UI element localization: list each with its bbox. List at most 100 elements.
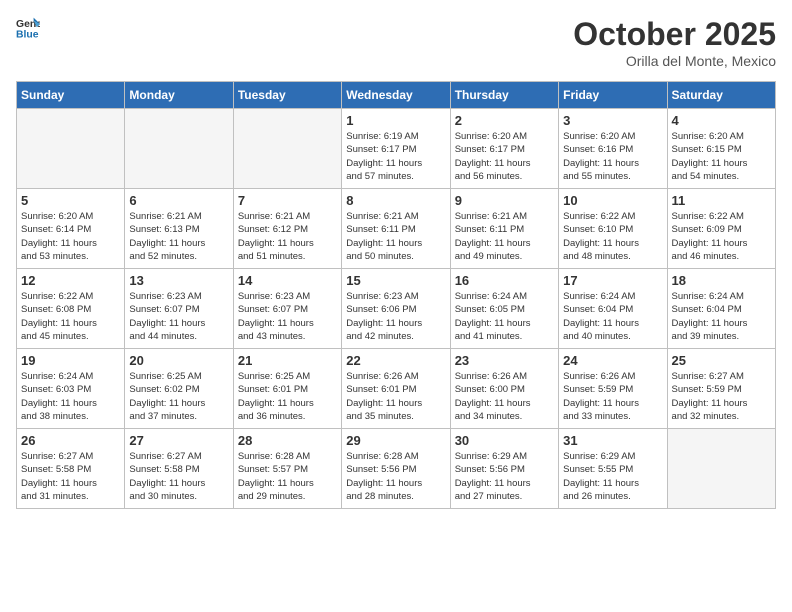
calendar-cell: 11 Sunrise: 6:22 AMSunset: 6:09 PMDayligh… [667, 189, 775, 269]
calendar-cell: 2 Sunrise: 6:20 AMSunset: 6:17 PMDaylight… [450, 109, 558, 189]
day-number: 14 [238, 273, 337, 288]
logo: General Blue [16, 16, 40, 45]
day-info: Sunrise: 6:24 AMSunset: 6:05 PMDaylight:… [455, 290, 554, 343]
calendar-cell: 14 Sunrise: 6:23 AMSunset: 6:07 PMDayligh… [233, 269, 341, 349]
day-header-thursday: Thursday [450, 82, 558, 109]
day-info: Sunrise: 6:24 AMSunset: 6:04 PMDaylight:… [563, 290, 662, 343]
day-number: 2 [455, 113, 554, 128]
day-number: 25 [672, 353, 771, 368]
day-number: 27 [129, 433, 228, 448]
day-number: 21 [238, 353, 337, 368]
day-header-wednesday: Wednesday [342, 82, 450, 109]
day-info: Sunrise: 6:22 AMSunset: 6:10 PMDaylight:… [563, 210, 662, 263]
day-info: Sunrise: 6:21 AMSunset: 6:12 PMDaylight:… [238, 210, 337, 263]
day-info: Sunrise: 6:26 AMSunset: 6:01 PMDaylight:… [346, 370, 445, 423]
day-number: 12 [21, 273, 120, 288]
day-number: 19 [21, 353, 120, 368]
day-info: Sunrise: 6:20 AMSunset: 6:17 PMDaylight:… [455, 130, 554, 183]
calendar-cell: 18 Sunrise: 6:24 AMSunset: 6:04 PMDayligh… [667, 269, 775, 349]
day-info: Sunrise: 6:21 AMSunset: 6:11 PMDaylight:… [455, 210, 554, 263]
logo-icon: General Blue [16, 16, 40, 45]
svg-text:Blue: Blue [16, 30, 39, 40]
day-number: 1 [346, 113, 445, 128]
calendar-cell: 25 Sunrise: 6:27 AMSunset: 5:59 PMDayligh… [667, 349, 775, 429]
day-header-sunday: Sunday [17, 82, 125, 109]
day-number: 18 [672, 273, 771, 288]
calendar-cell: 10 Sunrise: 6:22 AMSunset: 6:10 PMDayligh… [559, 189, 667, 269]
calendar-week-1: 1 Sunrise: 6:19 AMSunset: 6:17 PMDaylight… [17, 109, 776, 189]
day-header-saturday: Saturday [667, 82, 775, 109]
day-number: 29 [346, 433, 445, 448]
day-number: 6 [129, 193, 228, 208]
day-info: Sunrise: 6:21 AMSunset: 6:13 PMDaylight:… [129, 210, 228, 263]
day-number: 9 [455, 193, 554, 208]
calendar-cell: 29Sunrise: 6:28 AMSunset: 5:56 PMDayligh… [342, 429, 450, 509]
day-info: Sunrise: 6:25 AMSunset: 6:01 PMDaylight:… [238, 370, 337, 423]
location-subtitle: Orilla del Monte, Mexico [573, 53, 776, 69]
day-number: 15 [346, 273, 445, 288]
calendar-cell: 7 Sunrise: 6:21 AMSunset: 6:12 PMDaylight… [233, 189, 341, 269]
day-header-tuesday: Tuesday [233, 82, 341, 109]
day-info: Sunrise: 6:22 AMSunset: 6:08 PMDaylight:… [21, 290, 120, 343]
calendar-cell: 21 Sunrise: 6:25 AMSunset: 6:01 PMDayligh… [233, 349, 341, 429]
calendar-cell: 13Sunrise: 6:23 AMSunset: 6:07 PMDayligh… [125, 269, 233, 349]
calendar-cell: 8 Sunrise: 6:21 AMSunset: 6:11 PMDaylight… [342, 189, 450, 269]
day-info: Sunrise: 6:27 AMSunset: 5:58 PMDaylight:… [129, 450, 228, 503]
calendar-cell [17, 109, 125, 189]
day-info: Sunrise: 6:29 AMSunset: 5:55 PMDaylight:… [563, 450, 662, 503]
day-number: 30 [455, 433, 554, 448]
calendar-cell: 9 Sunrise: 6:21 AMSunset: 6:11 PMDaylight… [450, 189, 558, 269]
day-number: 17 [563, 273, 662, 288]
calendar-cell [125, 109, 233, 189]
day-info: Sunrise: 6:21 AMSunset: 6:11 PMDaylight:… [346, 210, 445, 263]
day-number: 8 [346, 193, 445, 208]
calendar-cell: 23 Sunrise: 6:26 AMSunset: 6:00 PMDayligh… [450, 349, 558, 429]
day-info: Sunrise: 6:22 AMSunset: 6:09 PMDaylight:… [672, 210, 771, 263]
calendar-week-5: 26 Sunrise: 6:27 AMSunset: 5:58 PMDayligh… [17, 429, 776, 509]
calendar-cell: 30Sunrise: 6:29 AMSunset: 5:56 PMDayligh… [450, 429, 558, 509]
day-info: Sunrise: 6:28 AMSunset: 5:57 PMDaylight:… [238, 450, 337, 503]
day-header-friday: Friday [559, 82, 667, 109]
day-info: Sunrise: 6:27 AMSunset: 5:59 PMDaylight:… [672, 370, 771, 423]
day-number: 26 [21, 433, 120, 448]
calendar-cell: 17 Sunrise: 6:24 AMSunset: 6:04 PMDayligh… [559, 269, 667, 349]
day-info: Sunrise: 6:19 AMSunset: 6:17 PMDaylight:… [346, 130, 445, 183]
day-info: Sunrise: 6:24 AMSunset: 6:04 PMDaylight:… [672, 290, 771, 343]
title-block: October 2025 Orilla del Monte, Mexico [573, 16, 776, 69]
calendar-cell: 3 Sunrise: 6:20 AMSunset: 6:16 PMDaylight… [559, 109, 667, 189]
calendar-week-3: 12 Sunrise: 6:22 AMSunset: 6:08 PMDayligh… [17, 269, 776, 349]
day-number: 11 [672, 193, 771, 208]
day-info: Sunrise: 6:23 AMSunset: 6:06 PMDaylight:… [346, 290, 445, 343]
day-number: 20 [129, 353, 228, 368]
day-number: 16 [455, 273, 554, 288]
day-number: 3 [563, 113, 662, 128]
day-info: Sunrise: 6:23 AMSunset: 6:07 PMDaylight:… [238, 290, 337, 343]
calendar-cell: 26 Sunrise: 6:27 AMSunset: 5:58 PMDayligh… [17, 429, 125, 509]
day-info: Sunrise: 6:26 AMSunset: 6:00 PMDaylight:… [455, 370, 554, 423]
day-info: Sunrise: 6:20 AMSunset: 6:16 PMDaylight:… [563, 130, 662, 183]
calendar-week-2: 5Sunrise: 6:20 AMSunset: 6:14 PMDaylight… [17, 189, 776, 269]
calendar-week-4: 19 Sunrise: 6:24 AMSunset: 6:03 PMDayligh… [17, 349, 776, 429]
calendar-cell: 4 Sunrise: 6:20 AMSunset: 6:15 PMDaylight… [667, 109, 775, 189]
day-info: Sunrise: 6:25 AMSunset: 6:02 PMDaylight:… [129, 370, 228, 423]
calendar-cell [667, 429, 775, 509]
day-header-monday: Monday [125, 82, 233, 109]
calendar-table: SundayMondayTuesdayWednesdayThursdayFrid… [16, 81, 776, 509]
day-info: Sunrise: 6:24 AMSunset: 6:03 PMDaylight:… [21, 370, 120, 423]
day-number: 7 [238, 193, 337, 208]
calendar-cell: 24Sunrise: 6:26 AMSunset: 5:59 PMDayligh… [559, 349, 667, 429]
calendar-cell: 12 Sunrise: 6:22 AMSunset: 6:08 PMDayligh… [17, 269, 125, 349]
day-info: Sunrise: 6:20 AMSunset: 6:15 PMDaylight:… [672, 130, 771, 183]
day-number: 23 [455, 353, 554, 368]
calendar-cell [233, 109, 341, 189]
month-title: October 2025 [573, 16, 776, 53]
day-info: Sunrise: 6:27 AMSunset: 5:58 PMDaylight:… [21, 450, 120, 503]
calendar-cell: 16 Sunrise: 6:24 AMSunset: 6:05 PMDayligh… [450, 269, 558, 349]
day-info: Sunrise: 6:23 AMSunset: 6:07 PMDaylight:… [129, 290, 228, 343]
day-number: 10 [563, 193, 662, 208]
day-number: 28 [238, 433, 337, 448]
day-number: 22 [346, 353, 445, 368]
calendar-header-row: SundayMondayTuesdayWednesdayThursdayFrid… [17, 82, 776, 109]
calendar-cell: 19 Sunrise: 6:24 AMSunset: 6:03 PMDayligh… [17, 349, 125, 429]
day-number: 4 [672, 113, 771, 128]
